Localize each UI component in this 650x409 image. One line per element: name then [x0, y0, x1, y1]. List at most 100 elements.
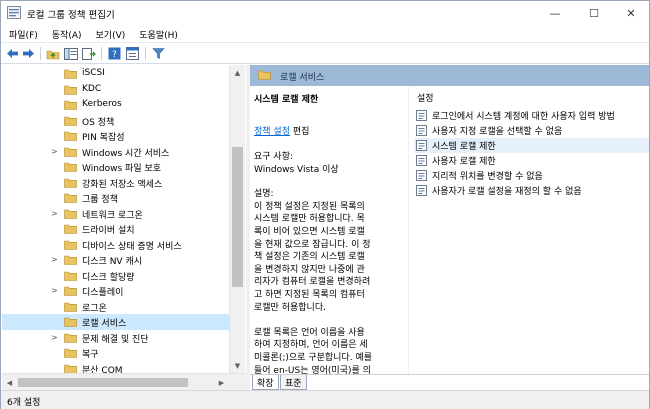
folder-icon	[64, 364, 77, 373]
setting-label: 사용자 지정 로캘을 선택할 수 없음	[432, 127, 563, 137]
gpedit-window: 로컬 그룹 정책 편집기 — ☐ ✕ 파일(F) 동작(A) 보기(V) 도움말…	[0, 0, 650, 409]
tree-item-label: Windows 시간 서비스	[82, 148, 170, 159]
toolbar-separator	[40, 47, 41, 60]
back-button[interactable]	[5, 46, 20, 61]
folder-icon	[64, 271, 77, 281]
folder-icon	[64, 85, 77, 95]
tree-item[interactable]: iSCSI	[2, 66, 230, 82]
view-tabs: 확장 표준	[250, 374, 649, 390]
setting-row[interactable]: 지리적 위치를 변경할 수 없음	[414, 168, 649, 183]
tree-item[interactable]: KDC	[2, 82, 230, 98]
scroll-thumb[interactable]	[18, 378, 188, 387]
tree-item[interactable]: Windows 파일 보호	[2, 159, 230, 175]
filter-button[interactable]	[151, 46, 166, 61]
up-folder-button[interactable]	[45, 46, 60, 61]
setting-row[interactable]: 사용자 지정 로캘을 선택할 수 없음	[414, 123, 649, 138]
title-bar: 로컬 그룹 정책 편집기 — ☐ ✕	[1, 1, 649, 25]
tree-item[interactable]: 로캘 서비스	[2, 314, 230, 330]
policy-tree[interactable]: iSCSI KDC Kerberos OS 정책 PIN 복잡성 > Windows 시간 …	[2, 65, 246, 373]
tree-vertical-scrollbar[interactable]: ▲ ▼	[229, 65, 245, 373]
settings-list: 설정 로그인에서 시스템 계정에 대한 사용자 입력 방법사용자 지정 로캘을 …	[408, 86, 649, 374]
tree-item[interactable]: 드라이버 설치	[2, 221, 230, 237]
setting-row[interactable]: 시스템 로캘 제한	[414, 138, 649, 153]
scroll-left-arrow-icon[interactable]: ◀	[2, 375, 17, 390]
scroll-up-arrow-icon[interactable]: ▲	[230, 65, 245, 80]
setting-row[interactable]: 로그인에서 시스템 계정에 대한 사용자 입력 방법	[414, 108, 649, 123]
menu-help[interactable]: 도움말(H)	[131, 25, 184, 42]
right-pane-header: 로캘 서비스	[250, 65, 649, 86]
tree-item-label: 그룹 정책	[82, 195, 118, 205]
folder-icon	[64, 178, 77, 188]
toolbar: ?	[1, 42, 649, 64]
tab-standard[interactable]: 표준	[280, 375, 307, 390]
tree-item[interactable]: Kerberos	[2, 97, 230, 113]
tree-item[interactable]: 로그온	[2, 299, 230, 315]
tree-item[interactable]: 디바이스 상태 증명 서비스	[2, 237, 230, 253]
minimize-button[interactable]: —	[537, 1, 573, 25]
tree-item-label: 문제 해결 및 진단	[82, 334, 149, 345]
tree-item-label: KDC	[82, 83, 102, 94]
menu-view[interactable]: 보기(V)	[88, 25, 132, 42]
tree-item-label: PIN 복잡성	[82, 133, 125, 143]
properties-button[interactable]	[125, 46, 140, 61]
setting-row[interactable]: 사용자 로캘 제한	[414, 153, 649, 168]
expand-arrow-icon[interactable]: >	[51, 255, 59, 265]
menu-action[interactable]: 동작(A)	[44, 25, 88, 42]
menu-file[interactable]: 파일(F)	[1, 25, 44, 42]
setting-label: 사용자 로캘 제한	[432, 157, 496, 167]
edit-policy-link[interactable]: 정책 설정	[254, 127, 290, 137]
edit-suffix: 편집	[289, 127, 310, 137]
tree-item[interactable]: PIN 복잡성	[2, 128, 230, 144]
close-button[interactable]: ✕	[613, 1, 649, 25]
tree-item[interactable]: 분산 COM	[2, 361, 230, 374]
maximize-button[interactable]: ☐	[576, 1, 612, 25]
tree-item-label: iSCSI	[82, 68, 105, 78]
tab-extended[interactable]: 확장	[252, 375, 279, 390]
setting-row[interactable]: 사용자가 로캘 설정을 재정의 할 수 없음	[414, 183, 649, 198]
tree-item[interactable]: 그룹 정책	[2, 190, 230, 206]
properties-icon	[126, 47, 139, 60]
folder-icon	[64, 302, 77, 312]
help-button[interactable]: ?	[107, 46, 122, 61]
tree-item-label: 분산 COM	[82, 365, 123, 374]
folder-icon	[64, 255, 77, 265]
scroll-thumb[interactable]	[232, 147, 243, 287]
gpedit-app-icon	[7, 6, 21, 19]
expand-arrow-icon[interactable]: >	[51, 333, 59, 343]
folder-icon	[258, 70, 271, 80]
folder-icon	[64, 286, 77, 296]
scroll-right-arrow-icon[interactable]: ▶	[214, 375, 229, 390]
window-title: 로컬 그룹 정책 편집기	[27, 10, 115, 21]
setting-label: 시스템 로캘 제한	[432, 142, 496, 152]
expand-arrow-icon[interactable]: >	[51, 209, 59, 219]
policy-setting-icon	[416, 155, 427, 166]
requirements-text: 요구 사항: Windows Vista 이상	[254, 152, 339, 175]
filter-icon	[152, 48, 165, 59]
tree-item[interactable]: > 디스플레이	[2, 283, 230, 299]
scroll-down-arrow-icon[interactable]: ▼	[230, 358, 245, 373]
expand-arrow-icon[interactable]: >	[51, 147, 59, 157]
tree-item[interactable]: > 문제 해결 및 진단	[2, 330, 230, 346]
tree-item[interactable]: 디스크 할당량	[2, 268, 230, 284]
tree-item[interactable]: > 네트워크 로그온	[2, 206, 230, 222]
tree-item[interactable]: > 디스크 NV 캐시	[2, 252, 230, 268]
tree-item[interactable]: OS 정책	[2, 113, 230, 129]
expand-arrow-icon[interactable]: >	[51, 286, 59, 296]
folder-icon	[64, 69, 77, 79]
tree-item[interactable]: 복구	[2, 345, 230, 361]
show-tree-button[interactable]	[63, 46, 78, 61]
toolbar-separator	[145, 47, 146, 60]
tree-item-label: 디스크 할당량	[82, 272, 135, 283]
folder-icon	[64, 317, 77, 327]
policy-setting-icon	[416, 185, 427, 196]
setting-label: 로그인에서 시스템 계정에 대한 사용자 입력 방법	[432, 112, 615, 122]
export-list-button[interactable]	[81, 46, 96, 61]
tree-item[interactable]: 강화된 저장소 액세스	[2, 175, 230, 191]
forward-button[interactable]	[21, 46, 36, 61]
tree-item-label: Kerberos	[82, 99, 122, 109]
tree-horizontal-scrollbar[interactable]: ◀ ▶	[2, 373, 246, 390]
policy-title: 시스템 로캘 제한	[254, 95, 319, 105]
settings-column-header[interactable]: 설정	[417, 91, 434, 104]
tree-item[interactable]: > Windows 시간 서비스	[2, 144, 230, 160]
folder-icon	[64, 224, 77, 234]
